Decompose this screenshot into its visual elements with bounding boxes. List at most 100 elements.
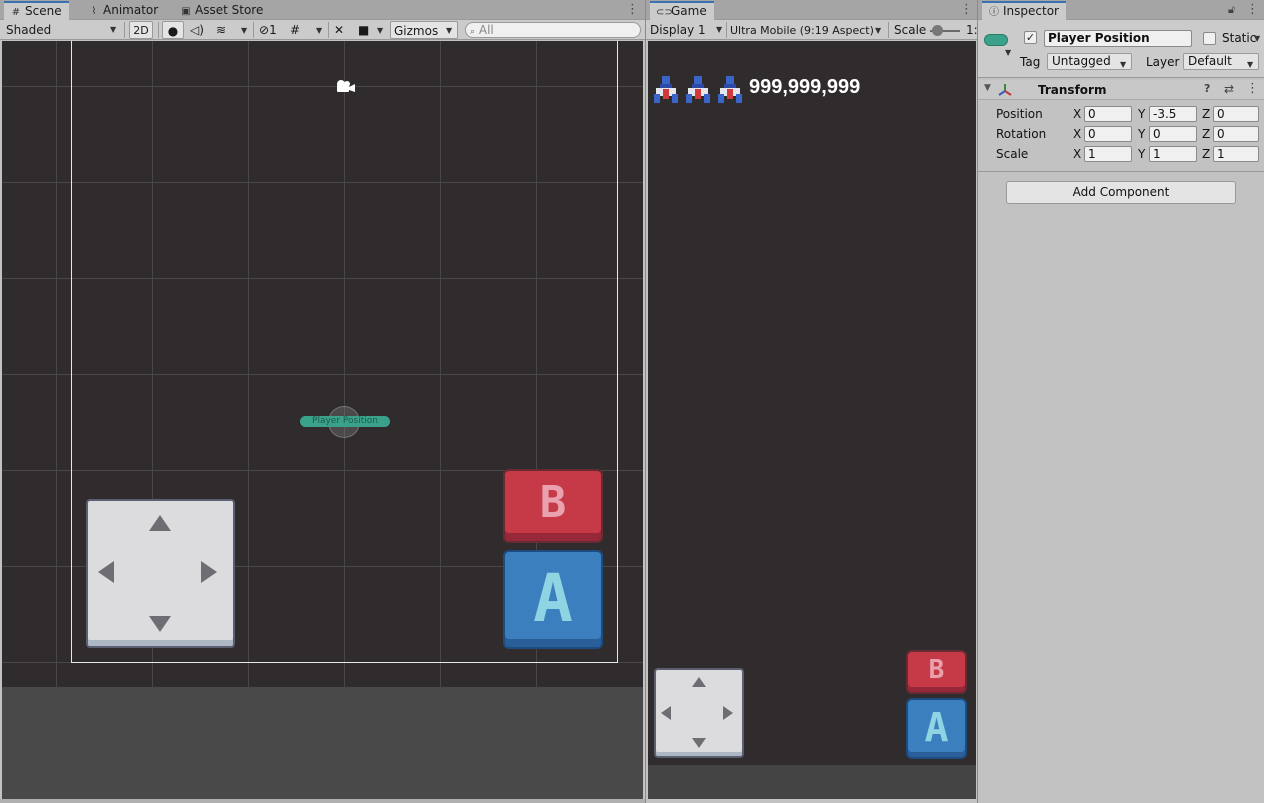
- scale-label: Scale: [894, 23, 927, 37]
- static-checkbox[interactable]: [1203, 32, 1216, 45]
- arrow-up-icon: [149, 515, 171, 531]
- scale-x-field[interactable]: 1: [1084, 146, 1132, 162]
- layer-label: Layer: [1146, 55, 1180, 69]
- rotation-x-field[interactable]: 0: [1084, 126, 1132, 142]
- component-menu-icon[interactable]: ⋮: [1246, 81, 1259, 96]
- scale-slider-handle[interactable]: [932, 25, 943, 36]
- layers-icon: ≋: [216, 23, 227, 37]
- scale-y-field[interactable]: 1: [1149, 146, 1197, 162]
- arrow-down-icon: [149, 616, 171, 632]
- object-icon[interactable]: [984, 34, 1008, 46]
- icon-chevron-icon[interactable]: ▼: [1005, 48, 1011, 57]
- toggle-2d-button[interactable]: 2D: [129, 21, 153, 39]
- preset-icon[interactable]: ⇄: [1224, 82, 1234, 96]
- inspector-menu-icon[interactable]: ⋮: [1246, 2, 1259, 18]
- game-b-button[interactable]: B: [906, 650, 967, 694]
- aspect-chevron-icon[interactable]: ▼: [875, 26, 881, 35]
- game-dpad[interactable]: [654, 668, 744, 758]
- layer-dropdown[interactable]: Default ▼: [1183, 53, 1259, 70]
- game-viewport[interactable]: 999,999,999 B A: [648, 41, 976, 799]
- unity-editor: # Scene ⌇ Animator ▣ Asset Store ⋮ Shaded ▼…: [0, 0, 1264, 803]
- game-toolbar: Display 1 ▼ Ultra Mobile (9:19 Aspect) ▼…: [646, 20, 977, 40]
- effects-chevron-icon[interactable]: ▼: [241, 26, 247, 35]
- scene-toolbar: Shaded ▼ 2D ● ◁) ≋ ▼ ⊘1 # ▼ ✕ ■ ▼ Gizmos…: [0, 20, 645, 40]
- arrow-right-icon: [201, 561, 217, 583]
- position-z-field[interactable]: 0: [1213, 106, 1259, 122]
- scene-viewport[interactable]: Player Position B A: [2, 41, 643, 799]
- effects-toggle[interactable]: ≋: [216, 21, 232, 39]
- tools-icon: ✕: [334, 23, 345, 37]
- camera-icon: ■: [358, 23, 370, 37]
- chevron-down-icon: ▼: [1247, 60, 1254, 69]
- tab-scene[interactable]: # Scene: [4, 1, 69, 20]
- aspect-dropdown[interactable]: Ultra Mobile (9:19 Aspect): [730, 21, 886, 39]
- scale-z-field[interactable]: 1: [1213, 146, 1259, 162]
- animator-icon: ⌇: [91, 6, 97, 17]
- rotation-y-field[interactable]: 0: [1149, 126, 1197, 142]
- arrow-down-icon: [692, 738, 706, 748]
- chevron-down-icon: ▼: [716, 25, 723, 34]
- scene-tabbar: # Scene ⌇ Animator ▣ Asset Store ⋮: [0, 0, 645, 20]
- lock-icon: ▣: [181, 6, 191, 17]
- rotation-z-field[interactable]: 0: [1213, 126, 1259, 142]
- grid-icon: #: [290, 23, 301, 37]
- scene-footer: [0, 799, 645, 803]
- lock-icon[interactable]: 🔓︎: [1228, 2, 1235, 18]
- scene-b-button[interactable]: B: [503, 469, 603, 543]
- camera-chevron-icon[interactable]: ▼: [377, 26, 383, 35]
- gizmos-dropdown[interactable]: Gizmos ▼: [390, 21, 458, 39]
- transform-icon: [998, 84, 1012, 96]
- draw-mode-dropdown[interactable]: Shaded ▼: [6, 21, 120, 39]
- life-ship-icon: [718, 76, 742, 103]
- eye-slash-icon: ⊘: [259, 23, 270, 37]
- tab-animator[interactable]: ⌇ Animator: [82, 1, 165, 20]
- chevron-down-icon: ▼: [110, 25, 117, 34]
- life-ship-icon: [654, 76, 678, 103]
- position-x-field[interactable]: 0: [1084, 106, 1132, 122]
- scale-value: 1:: [966, 23, 977, 37]
- scale-label: Scale: [996, 147, 1029, 161]
- lighting-toggle[interactable]: ●: [162, 21, 184, 39]
- grid-toggle[interactable]: #: [290, 21, 308, 39]
- display-dropdown[interactable]: Display 1 ▼: [650, 21, 726, 39]
- rotation-row: Rotation X 0 Y 0 Z 0: [978, 125, 1264, 143]
- scene-panel: # Scene ⌇ Animator ▣ Asset Store ⋮ Shaded ▼…: [0, 0, 645, 803]
- camera-button[interactable]: ■: [358, 21, 376, 39]
- add-component-button[interactable]: Add Component: [1006, 181, 1236, 204]
- scene-dpad[interactable]: [86, 499, 235, 648]
- lightbulb-icon: ●: [167, 24, 179, 38]
- inspector-tabbar: ⓘ Inspector 🔓︎ ⋮: [978, 0, 1264, 20]
- object-name-field[interactable]: Player Position: [1044, 30, 1192, 47]
- scene-a-button[interactable]: A: [503, 550, 603, 649]
- position-y-field[interactable]: -3.5: [1149, 106, 1197, 122]
- scene-visibility-toggle[interactable]: ⊘1: [259, 21, 287, 39]
- active-checkbox[interactable]: ✓: [1024, 31, 1037, 44]
- search-icon: ⌕: [470, 27, 476, 37]
- tools-button[interactable]: ✕: [334, 21, 350, 39]
- foldout-icon[interactable]: ▼: [984, 83, 991, 93]
- audio-toggle[interactable]: ◁): [190, 21, 208, 39]
- tab-inspector[interactable]: ⓘ Inspector: [982, 1, 1066, 20]
- transform-header[interactable]: ▼ Transform ? ⇄ ⋮: [978, 80, 1264, 100]
- scene-search-input[interactable]: ⌕ All: [465, 22, 641, 38]
- help-icon[interactable]: ?: [1204, 82, 1210, 95]
- game-menu-icon[interactable]: ⋮: [960, 2, 973, 18]
- game-screen: 999,999,999 B A: [648, 41, 976, 765]
- info-icon: ⓘ: [989, 7, 999, 18]
- static-chevron-icon[interactable]: ▼: [1254, 34, 1260, 43]
- game-tabbar: ⊂⊃Game ⋮: [646, 0, 977, 20]
- arrow-up-icon: [692, 677, 706, 687]
- inspector-panel: ⓘ Inspector 🔓︎ ⋮ ▼ ✓ Player Position Stat…: [977, 0, 1264, 803]
- transform-component: ▼ Transform ? ⇄ ⋮ Position X 0 Y -3.5 Z: [978, 80, 1264, 172]
- gizmos-chevron-icon: ▼: [446, 26, 453, 35]
- camera-gizmo-icon[interactable]: [333, 79, 357, 95]
- game-a-button[interactable]: A: [906, 698, 967, 759]
- tab-game[interactable]: ⊂⊃Game: [650, 1, 714, 20]
- grid-chevron-icon[interactable]: ▼: [316, 26, 322, 35]
- tag-dropdown[interactable]: Untagged ▼: [1047, 53, 1132, 70]
- tab-asset-store[interactable]: ▣ Asset Store: [174, 1, 270, 20]
- score-text: 999,999,999: [749, 76, 861, 98]
- scene-menu-icon[interactable]: ⋮: [626, 2, 639, 18]
- player-position-label[interactable]: Player Position: [300, 416, 390, 427]
- gamepad-icon: ⊂⊃: [656, 7, 673, 18]
